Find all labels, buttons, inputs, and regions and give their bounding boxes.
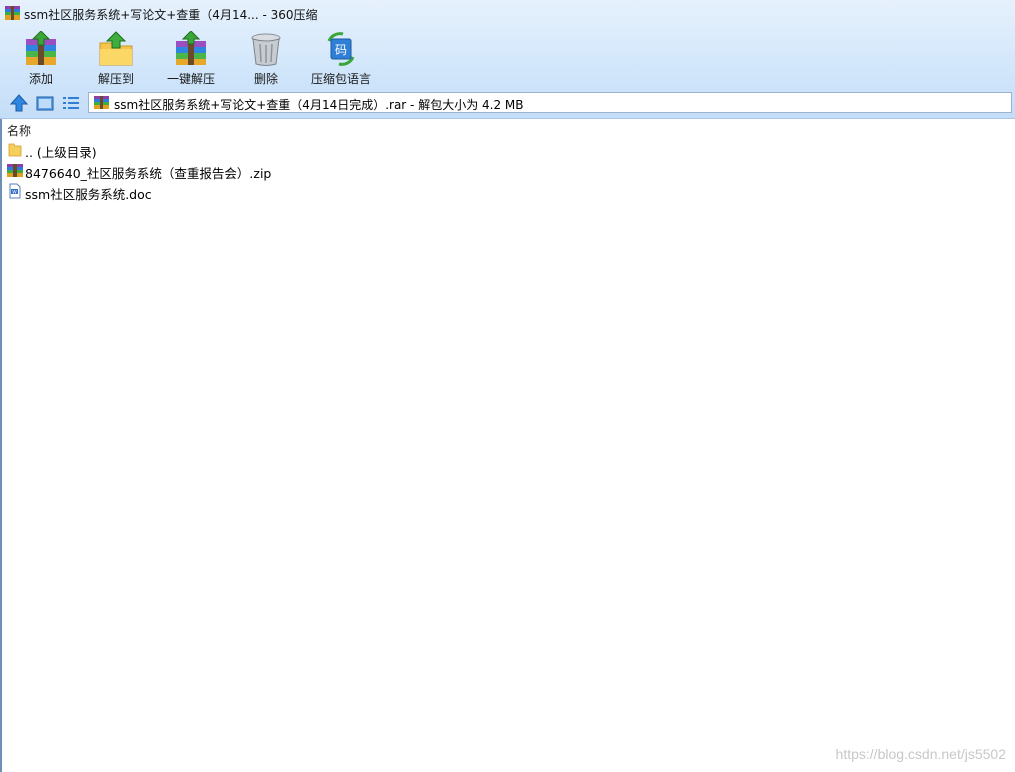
- list-view-button[interactable]: [61, 93, 81, 113]
- svg-text:码: 码: [335, 43, 347, 57]
- delete-button[interactable]: 删除: [226, 27, 306, 87]
- large-icon-view-icon: [36, 96, 54, 111]
- up-arrow-icon: [9, 94, 29, 112]
- one-click-extract-button[interactable]: 一键解压: [151, 27, 231, 87]
- add-label: 添加: [28, 72, 53, 86]
- add-button[interactable]: 添加: [1, 27, 81, 87]
- zip-archive-icon: [7, 164, 23, 177]
- extract-to-label: 解压到: [97, 72, 134, 86]
- archive-file-icon: [94, 96, 109, 109]
- main-toolbar: 添加 解压到 一键解压 删除 码 压缩包语言: [0, 27, 1015, 89]
- navigation-row: ssm社区服务系统+写论文+查重（4月14日完成）.rar - 解包大小为 4.…: [0, 90, 1015, 116]
- archive-language-button[interactable]: 码 压缩包语言: [301, 27, 381, 87]
- list-item-parent-dir[interactable]: .. (上级目录): [5, 139, 605, 160]
- extract-to-button[interactable]: 解压到: [76, 27, 156, 87]
- watermark-text: https://blog.csdn.net/js5502: [835, 746, 1006, 762]
- one-click-extract-label: 一键解压: [166, 72, 215, 86]
- list-item-zip[interactable]: 8476640_社区服务系统（查重报告会）.zip: [5, 160, 605, 181]
- up-arrow-button[interactable]: [9, 93, 29, 113]
- file-name: 8476640_社区服务系统（查重报告会）.zip: [25, 166, 272, 181]
- title-bar: ssm社区服务系统+写论文+查重（4月14... - 360压缩: [0, 0, 1015, 27]
- file-list: 名称 .. (上级目录) 8476640_社区服务系统（查重报告会）.zip W…: [0, 119, 1015, 772]
- one-click-extract-icon: [176, 31, 206, 65]
- archive-app-icon: [5, 6, 20, 20]
- window-title: ssm社区服务系统+写论文+查重（4月14... - 360压缩: [24, 8, 318, 22]
- svg-text:W: W: [12, 189, 17, 195]
- list-view-icon: [63, 97, 79, 109]
- extract-to-icon: [99, 31, 133, 66]
- address-bar[interactable]: ssm社区服务系统+写论文+查重（4月14日完成）.rar - 解包大小为 4.…: [88, 92, 1012, 113]
- address-text: ssm社区服务系统+写论文+查重（4月14日完成）.rar - 解包大小为 4.…: [114, 98, 524, 112]
- folder-icon: [8, 143, 22, 157]
- add-archive-icon: [26, 31, 56, 65]
- file-name: .. (上级目录): [25, 145, 97, 160]
- file-name: ssm社区服务系统.doc: [25, 187, 152, 202]
- name-column-header[interactable]: 名称: [7, 122, 31, 139]
- delete-label: 删除: [253, 72, 278, 86]
- word-doc-icon: W: [9, 183, 21, 199]
- archive-language-icon: 码: [327, 32, 355, 66]
- list-item-doc[interactable]: W ssm社区服务系统.doc: [5, 181, 605, 202]
- archive-language-label: 压缩包语言: [310, 72, 371, 86]
- large-icon-view-button[interactable]: [35, 93, 55, 113]
- trash-bin-icon: [251, 33, 281, 66]
